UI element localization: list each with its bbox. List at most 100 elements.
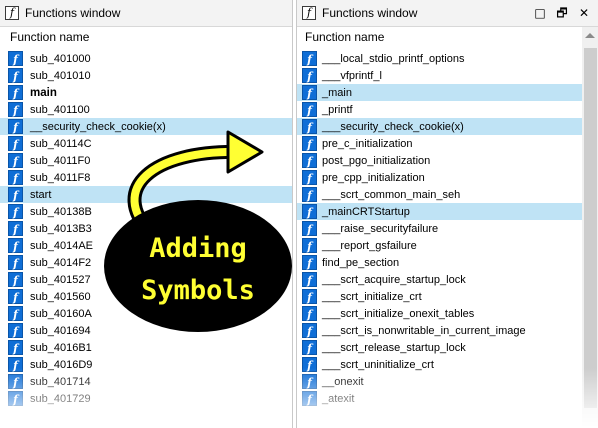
function-list-item[interactable]: f ___local_stdio_printf_options — [297, 50, 598, 67]
function-name: ___security_check_cookie(x) — [322, 121, 464, 133]
function-icon: f — [302, 340, 317, 355]
function-name: pre_cpp_initialization — [322, 172, 425, 184]
function-icon: f — [302, 68, 317, 83]
function-name: ___scrt_initialize_crt — [322, 291, 422, 303]
function-icon: f — [302, 272, 317, 287]
function-icon: f — [8, 221, 23, 236]
function-icon: f — [8, 272, 23, 287]
function-icon: f — [302, 289, 317, 304]
function-list-item[interactable]: f sub_4011F8 — [0, 169, 292, 186]
badge-line-2: Symbols — [141, 275, 255, 306]
function-list-item[interactable]: f _atexit — [297, 390, 598, 407]
function-icon: f — [302, 357, 317, 372]
function-list-item[interactable]: f sub_401010 — [0, 67, 292, 84]
function-name: ___report_gsfailure — [322, 240, 417, 252]
function-name: sub_4016B1 — [30, 342, 92, 354]
function-icon: f — [8, 68, 23, 83]
function-icon: f — [8, 289, 23, 304]
function-list-item[interactable]: f sub_4011F0 — [0, 152, 292, 169]
scrollbar-thumb[interactable] — [584, 48, 597, 408]
function-list-item[interactable]: f sub_401100 — [0, 101, 292, 118]
function-list-item[interactable]: f _mainCRTStartup — [297, 203, 598, 220]
function-list-item[interactable]: f ___scrt_common_main_seh — [297, 186, 598, 203]
function-icon: f — [8, 204, 23, 219]
maximize-button[interactable]: □ — [529, 5, 551, 21]
function-list-item[interactable]: f __security_check_cookie(x) — [0, 118, 292, 135]
function-icon: f — [8, 357, 23, 372]
function-icon: f — [8, 255, 23, 270]
function-icon: f — [302, 51, 317, 66]
function-icon: f — [302, 255, 317, 270]
function-name: ___scrt_is_nonwritable_in_current_image — [322, 325, 526, 337]
function-icon: f — [302, 204, 317, 219]
function-icon: f — [302, 170, 317, 185]
function-list-item[interactable]: f sub_401000 — [0, 50, 292, 67]
function-icon: f — [8, 187, 23, 202]
function-name: ___scrt_initialize_onexit_tables — [322, 308, 475, 320]
function-list-item[interactable]: f ___scrt_acquire_startup_lock — [297, 271, 598, 288]
function-icon: f — [302, 323, 317, 338]
column-header-function-name[interactable]: Function name — [0, 30, 292, 48]
function-list: f ___local_stdio_printf_options f ___vfprin… — [297, 50, 598, 407]
functions-window-icon: f — [5, 6, 19, 20]
function-icon: f — [302, 221, 317, 236]
function-list-item[interactable]: f ___scrt_is_nonwritable_in_current_image — [297, 322, 598, 339]
function-list-item[interactable]: f ___scrt_uninitialize_crt — [297, 356, 598, 373]
function-list-item[interactable]: f ___security_check_cookie(x) — [297, 118, 598, 135]
function-name: ___local_stdio_printf_options — [322, 53, 465, 65]
title-bar[interactable]: f Functions window □ 🗗 ✕ — [297, 0, 598, 27]
function-name: ___scrt_release_startup_lock — [322, 342, 466, 354]
function-list-item[interactable]: f ___scrt_initialize_onexit_tables — [297, 305, 598, 322]
function-name: post_pgo_initialization — [322, 155, 431, 167]
function-list-item[interactable]: f sub_4016D9 — [0, 356, 292, 373]
function-list-item[interactable]: f ___scrt_release_startup_lock — [297, 339, 598, 356]
function-name: sub_401000 — [30, 53, 91, 65]
badge-line-1: Adding — [149, 233, 247, 264]
function-list-item[interactable]: f ___vfprintf_l — [297, 67, 598, 84]
restore-button[interactable]: 🗗 — [551, 5, 573, 21]
title-bar[interactable]: f Functions window — [0, 0, 292, 27]
functions-window-right: f Functions window □ 🗗 ✕ Function name f… — [296, 0, 598, 428]
function-name: ___raise_securityfailure — [322, 223, 439, 235]
close-button[interactable]: ✕ — [573, 5, 595, 21]
function-list-item[interactable]: f sub_4016B1 — [0, 339, 292, 356]
scroll-up-arrow-icon[interactable] — [585, 33, 595, 38]
function-list-item[interactable]: f sub_401729 — [0, 390, 292, 407]
function-icon: f — [8, 323, 23, 338]
function-list-item[interactable]: f ___report_gsfailure — [297, 237, 598, 254]
function-icon: f — [302, 119, 317, 134]
function-name: ___scrt_acquire_startup_lock — [322, 274, 466, 286]
function-name: pre_c_initialization — [322, 138, 413, 150]
function-icon: f — [8, 238, 23, 253]
function-list-item[interactable]: f ___raise_securityfailure — [297, 220, 598, 237]
function-name: ___vfprintf_l — [322, 70, 382, 82]
function-name: sub_401694 — [30, 325, 91, 337]
function-name: __security_check_cookie(x) — [30, 121, 166, 133]
function-icon: f — [302, 136, 317, 151]
function-icon: f — [8, 340, 23, 355]
function-name: sub_4011F8 — [30, 172, 91, 184]
function-name: sub_4014F2 — [30, 257, 92, 269]
function-list-item[interactable]: f _main — [297, 84, 598, 101]
function-list-item[interactable]: f find_pe_section — [297, 254, 598, 271]
badge-ellipse — [104, 200, 292, 332]
function-name: sub_401010 — [30, 70, 91, 82]
function-name: main — [30, 87, 57, 99]
function-icon: f — [302, 391, 317, 406]
column-header-function-name[interactable]: Function name — [297, 30, 598, 48]
function-list-item[interactable]: f sub_40114C — [0, 135, 292, 152]
function-name: find_pe_section — [322, 257, 400, 269]
function-list-item[interactable]: f _printf — [297, 101, 598, 118]
function-list-item[interactable]: f main — [0, 84, 292, 101]
function-list-item[interactable]: f __onexit — [297, 373, 598, 390]
function-list-item[interactable]: f pre_cpp_initialization — [297, 169, 598, 186]
function-list-item[interactable]: f pre_c_initialization — [297, 135, 598, 152]
function-list-item[interactable]: f post_pgo_initialization — [297, 152, 598, 169]
function-name: sub_4014AE — [30, 240, 93, 252]
function-list-item[interactable]: f sub_401714 — [0, 373, 292, 390]
function-icon: f — [302, 153, 317, 168]
function-name: _mainCRTStartup — [322, 206, 410, 218]
function-list-item[interactable]: f ___scrt_initialize_crt — [297, 288, 598, 305]
function-icon: f — [8, 119, 23, 134]
functions-window-icon: f — [302, 6, 316, 20]
